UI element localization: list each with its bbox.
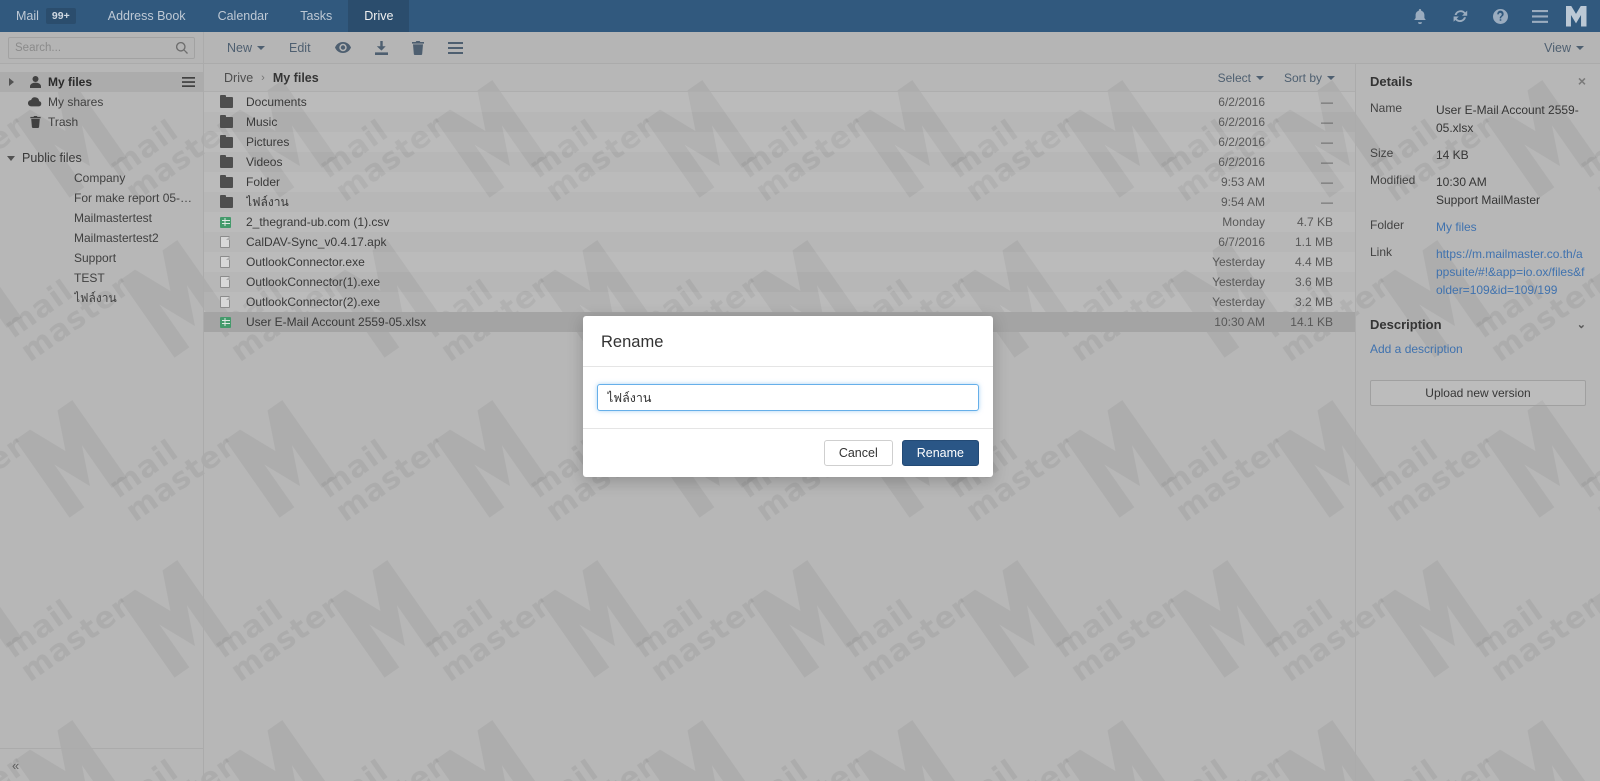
cancel-button[interactable]: Cancel xyxy=(823,440,893,466)
rename-confirm-button[interactable]: Rename xyxy=(901,440,979,466)
rename-dialog-footer: Cancel Rename xyxy=(583,428,993,477)
rename-dialog-title: Rename xyxy=(583,316,993,367)
cancel-label: Cancel xyxy=(838,446,878,460)
rename-dialog-body xyxy=(583,367,993,428)
rename-input[interactable] xyxy=(597,384,979,411)
rename-label: Rename xyxy=(916,446,964,460)
modal-overlay: Rename Cancel Rename xyxy=(0,0,1600,781)
rename-dialog: Rename Cancel Rename xyxy=(583,316,993,477)
